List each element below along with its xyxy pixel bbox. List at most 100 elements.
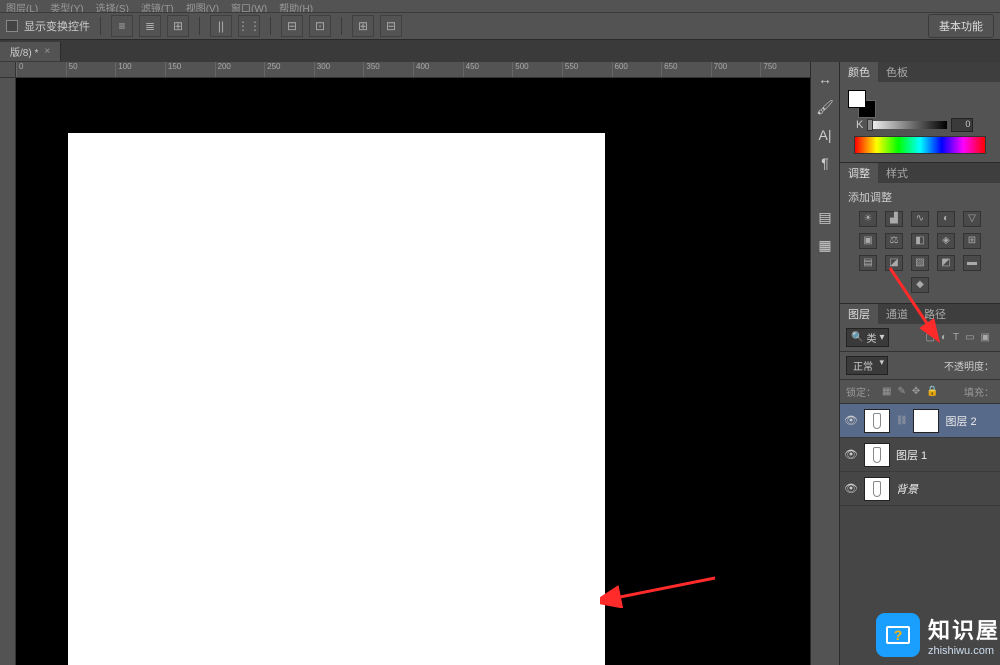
visibility-icon[interactable]: 👁: [844, 482, 858, 495]
watermark-url: zhishiwu.com: [928, 645, 1000, 657]
color-spectrum[interactable]: [854, 136, 986, 154]
layer-thumbnail[interactable]: [864, 477, 890, 501]
layer-name[interactable]: 图层 1: [896, 447, 927, 463]
document-tab-name: 版/8) *: [10, 44, 38, 59]
distribute-icon[interactable]: ⋮⋮: [238, 15, 260, 37]
vibrance-icon[interactable]: ▽: [963, 211, 981, 227]
menu-help[interactable]: 帮助(H): [279, 0, 313, 12]
posterize-icon[interactable]: ▨: [911, 255, 929, 271]
document-tab[interactable]: 版/8) * ×: [0, 42, 61, 61]
collapsed-panel-dock: ↔ 🖌 A| ¶ ▤ ▦: [810, 62, 840, 665]
layer-mask-thumbnail[interactable]: [913, 409, 939, 433]
curves-icon[interactable]: ∿: [911, 211, 929, 227]
menu-type[interactable]: 类型(Y): [50, 0, 83, 12]
panel-icon[interactable]: ▦: [814, 234, 836, 256]
tab-channels[interactable]: 通道: [878, 304, 916, 324]
filter-adjust-icon[interactable]: ◐: [941, 332, 947, 343]
tab-styles[interactable]: 样式: [878, 163, 916, 183]
align-icon[interactable]: ≡: [111, 15, 133, 37]
bw-icon[interactable]: ◧: [911, 233, 929, 249]
layer-name[interactable]: 图层 2: [945, 413, 976, 429]
panel-icon[interactable]: ▤: [814, 206, 836, 228]
filter-kind-dropdown[interactable]: 🔍 类 ▾: [846, 328, 889, 347]
align-icon[interactable]: ⊟: [281, 15, 303, 37]
tab-paths[interactable]: 路径: [916, 304, 954, 324]
fill-label: 填充：: [964, 384, 994, 399]
align-icon[interactable]: ⊞: [352, 15, 374, 37]
filter-smart-icon[interactable]: ▣: [981, 332, 990, 343]
k-label: K: [856, 119, 863, 131]
levels-icon[interactable]: ▟: [885, 211, 903, 227]
mask-link-icon[interactable]: ⛓: [896, 415, 907, 426]
close-icon[interactable]: ×: [44, 46, 50, 57]
layer-filter-row: 🔍 类 ▾ ▢ ◐ T ▭ ▣: [840, 324, 1000, 352]
search-icon: 🔍: [851, 332, 863, 343]
invert-icon[interactable]: ◪: [885, 255, 903, 271]
tab-layers[interactable]: 图层: [840, 304, 878, 324]
document-tabs: 版/8) * ×: [0, 40, 1000, 62]
brightness-icon[interactable]: ☀: [859, 211, 877, 227]
align-icon[interactable]: ⊟: [380, 15, 402, 37]
balance-icon[interactable]: ⚖: [885, 233, 903, 249]
watermark-title: 知识屋: [928, 613, 1000, 645]
menu-view[interactable]: 视图(V): [186, 0, 219, 12]
selective-color-icon[interactable]: ◆: [911, 277, 929, 293]
align-icon[interactable]: ⊡: [309, 15, 331, 37]
photo-filter-icon[interactable]: ◈: [937, 233, 955, 249]
lock-position-icon[interactable]: ✥: [912, 386, 920, 397]
distribute-icon[interactable]: ||: [210, 15, 232, 37]
exposure-icon[interactable]: ◐: [937, 211, 955, 227]
menu-window[interactable]: 窗口(W): [231, 0, 267, 12]
character-icon[interactable]: A|: [814, 124, 836, 146]
layer-blend-row: 正常 不透明度：: [840, 352, 1000, 380]
align-icon[interactable]: ≣: [139, 15, 161, 37]
history-icon[interactable]: ↔: [814, 68, 836, 90]
workspace-switcher[interactable]: 基本功能: [928, 14, 994, 38]
threshold-icon[interactable]: ◩: [937, 255, 955, 271]
layer-row[interactable]: 👁 ⛓ 图层 2: [840, 404, 1000, 438]
ruler-origin[interactable]: [0, 62, 16, 78]
tab-swatches[interactable]: 色板: [878, 62, 916, 82]
foreground-background-swatches[interactable]: [848, 90, 876, 118]
filter-shape-icon[interactable]: ▭: [965, 332, 974, 343]
chevron-down-icon: ▾: [879, 332, 884, 343]
k-value-input[interactable]: 0: [951, 118, 973, 132]
tab-color[interactable]: 颜色: [840, 62, 878, 82]
layer-row[interactable]: 👁 图层 1: [840, 438, 1000, 472]
lookup-icon[interactable]: ▤: [859, 255, 877, 271]
visibility-icon[interactable]: 👁: [844, 414, 858, 427]
layer-thumbnail[interactable]: [864, 409, 890, 433]
menu-layer[interactable]: 图层(L): [6, 0, 38, 12]
layer-thumbnail[interactable]: [864, 443, 890, 467]
align-icon[interactable]: ⊞: [167, 15, 189, 37]
vertical-ruler[interactable]: [0, 78, 16, 665]
horizontal-ruler[interactable]: 0501001502002503003504004505005506006507…: [16, 62, 810, 78]
layer-row[interactable]: 👁 背景: [840, 472, 1000, 506]
k-slider-thumb[interactable]: [867, 119, 873, 131]
canvas-viewport[interactable]: [16, 78, 810, 665]
layer-name[interactable]: 背景: [896, 481, 918, 497]
hue-icon[interactable]: ▣: [859, 233, 877, 249]
filter-type-icon[interactable]: T: [953, 332, 959, 343]
menu-select[interactable]: 选择(S): [96, 0, 129, 12]
foreground-color-swatch[interactable]: [848, 90, 866, 108]
gradient-map-icon[interactable]: ▬: [963, 255, 981, 271]
k-slider-track[interactable]: [867, 121, 947, 129]
brush-icon[interactable]: 🖌: [814, 96, 836, 118]
filter-pixel-icon[interactable]: ▢: [925, 332, 934, 343]
visibility-icon[interactable]: 👁: [844, 448, 858, 461]
lock-image-icon[interactable]: ✎: [897, 386, 905, 397]
opacity-label: 不透明度：: [944, 358, 994, 373]
right-panels: 颜色 色板 K 0 调整 样式 添加调整 ☀ ▟ ∿ ◐: [840, 62, 1000, 665]
paragraph-icon[interactable]: ¶: [814, 152, 836, 174]
document-canvas[interactable]: [68, 133, 605, 665]
canvas-area: 0501001502002503003504004505005506006507…: [0, 62, 810, 665]
menu-filter[interactable]: 滤镜(T): [141, 0, 174, 12]
channel-mixer-icon[interactable]: ⊞: [963, 233, 981, 249]
lock-all-icon[interactable]: 🔒: [926, 386, 938, 397]
adjustments-panel: 添加调整 ☀ ▟ ∿ ◐ ▽ ▣ ⚖ ◧ ◈ ⊞ ▤ ◪ ▨ ◩ ▬ ◆: [840, 183, 1000, 304]
lock-transparency-icon[interactable]: ▦: [882, 386, 891, 397]
tab-adjustments[interactable]: 调整: [840, 163, 878, 183]
show-transform-checkbox[interactable]: [6, 20, 18, 32]
blend-mode-dropdown[interactable]: 正常: [846, 356, 888, 375]
